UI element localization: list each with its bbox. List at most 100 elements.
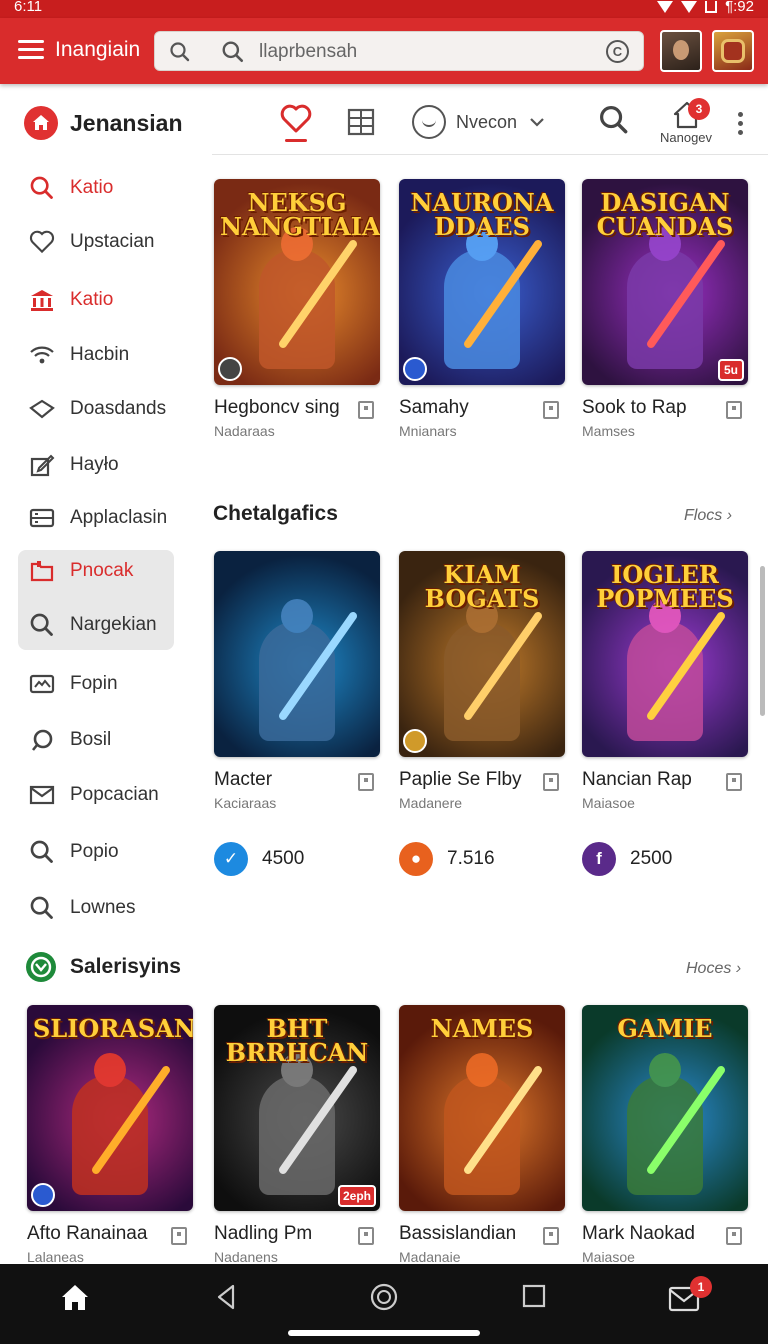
bookmark-icon[interactable] xyxy=(171,1227,187,1245)
search-icon xyxy=(28,838,56,866)
game-cover-image[interactable]: KIAM BOGATS xyxy=(399,551,565,757)
back-icon[interactable] xyxy=(214,1282,238,1312)
sidebar-item-label: Katio xyxy=(70,177,114,198)
game-card[interactable]: SLIORASAN Afto Ranainaa Lalaneas xyxy=(27,1005,193,1265)
bookmark-icon[interactable] xyxy=(358,401,374,419)
sidebar-item[interactable]: Nargekian xyxy=(18,600,174,650)
sidebar-item-label: Popio xyxy=(70,841,119,862)
sidebar-item[interactable]: Doasdands xyxy=(18,384,174,434)
game-card[interactable]: BHT BRRHCAN 2eph Nadling Pm Nadanens xyxy=(214,1005,380,1265)
sidebar-item[interactable]: Katio xyxy=(18,275,174,325)
section-more-link[interactable]: Hoces › xyxy=(686,960,741,978)
sidebar-item[interactable]: Popcacian xyxy=(18,770,174,820)
bookmark-icon[interactable] xyxy=(358,773,374,791)
game-card[interactable]: DASIGAN CUANDAS 5u Sook to Rap Mamses xyxy=(582,179,748,439)
home-icon[interactable] xyxy=(60,1282,90,1312)
game-card[interactable]: GAMIE Mark Naokad Maiasoe xyxy=(582,1005,748,1265)
bookmark-icon[interactable] xyxy=(726,401,742,419)
stat-value: 2500 xyxy=(630,848,673,869)
game-card[interactable]: NEKSG NANGTIAIA Hegboncv sing Nadaraas xyxy=(214,179,380,439)
notification-badge: 3 xyxy=(688,98,710,120)
sidebar-item-label: Hacbin xyxy=(70,344,130,365)
sidebar-item[interactable]: Pnocak xyxy=(18,546,174,596)
face-icon xyxy=(412,105,446,139)
signal-icon xyxy=(681,0,698,13)
sidebar-item[interactable]: Popio xyxy=(18,827,174,877)
game-card[interactable]: IOGLER POPMEES Nancian Rap Maiasoe xyxy=(582,551,748,811)
game-subtitle: Nadanens xyxy=(214,1249,278,1265)
sidebar-item[interactable]: Lownes xyxy=(18,883,174,933)
game-cover-image[interactable]: DASIGAN CUANDAS 5u xyxy=(582,179,748,385)
sidebar-item[interactable]: Hayło xyxy=(18,440,174,490)
avatar[interactable] xyxy=(712,30,754,72)
platform-badge xyxy=(403,357,427,381)
game-card[interactable]: KIAM BOGATS Paplie Se Flby Madanere xyxy=(399,551,565,811)
notifications-button[interactable]: 3 Nanogev xyxy=(660,98,720,152)
home-circle-icon[interactable] xyxy=(369,1282,399,1312)
game-card[interactable]: NAMES Bassislandian Madanaie xyxy=(399,1005,565,1265)
sidebar-item-label: Nargekian xyxy=(70,614,157,635)
status-right-text: ¶:92 xyxy=(725,0,754,15)
sidebar-item[interactable]: Applaclasin xyxy=(18,493,174,543)
bookmark-icon[interactable] xyxy=(726,1227,742,1245)
dropdown-selector[interactable]: Nvecon xyxy=(412,104,545,140)
chevron-right-icon: › xyxy=(735,960,742,977)
game-subtitle: Mamses xyxy=(582,423,635,439)
heart-icon[interactable] xyxy=(280,104,312,134)
section-more-link[interactable]: Flocs › xyxy=(684,507,732,525)
game-cover-image[interactable]: NEKSG NANGTIAIA xyxy=(214,179,380,385)
hero-figure xyxy=(627,249,703,369)
game-card[interactable]: Macter Kaciaraas xyxy=(214,551,380,811)
game-cover-image[interactable]: GAMIE xyxy=(582,1005,748,1211)
search-icon xyxy=(28,174,56,202)
sidebar-item[interactable]: Fopin xyxy=(18,659,174,709)
sidebar-item[interactable]: Bosil xyxy=(18,715,174,765)
gesture-handle[interactable] xyxy=(288,1330,480,1336)
search-icon xyxy=(222,41,244,63)
recents-icon[interactable] xyxy=(522,1284,546,1308)
f-icon: f xyxy=(582,842,616,876)
game-cover-image[interactable] xyxy=(214,551,380,757)
game-cover-image[interactable]: NAMES xyxy=(399,1005,565,1211)
more-vert-icon[interactable] xyxy=(738,112,746,139)
grid-icon[interactable] xyxy=(347,108,375,136)
cover-title: GAMIE xyxy=(617,1014,713,1043)
bookmark-icon[interactable] xyxy=(543,773,559,791)
bookmark-icon[interactable] xyxy=(358,1227,374,1245)
scrollbar[interactable] xyxy=(760,566,765,716)
bookmark-icon[interactable] xyxy=(726,773,742,791)
sidebar-item-label: Katio xyxy=(70,289,114,310)
sidebar-item[interactable]: Hacbin xyxy=(18,330,174,380)
search-input[interactable]: llaprbensah C xyxy=(154,31,644,71)
hero-figure xyxy=(627,621,703,741)
avatar[interactable] xyxy=(660,30,702,72)
platform-badge xyxy=(31,1183,55,1207)
sidebar-item-label: Lownes xyxy=(70,897,136,918)
game-title: Samahy xyxy=(399,397,469,418)
hero-figure xyxy=(72,1075,148,1195)
game-card[interactable]: NAURONA DDAES Samahy Mnianars xyxy=(399,179,565,439)
game-cover-image[interactable]: NAURONA DDAES xyxy=(399,179,565,385)
stat-row: ✓ 4500 xyxy=(214,842,304,876)
game-title: Nancian Rap xyxy=(582,769,692,790)
bookmark-icon[interactable] xyxy=(543,1227,559,1245)
hero-figure xyxy=(627,1075,703,1195)
sidebar-item[interactable]: Katio xyxy=(18,163,174,213)
page-title: Jenansian xyxy=(70,110,183,136)
bookmark-icon[interactable] xyxy=(543,401,559,419)
search-icon[interactable] xyxy=(598,104,630,136)
game-cover-image[interactable]: IOGLER POPMEES xyxy=(582,551,748,757)
home-icon[interactable] xyxy=(24,106,58,140)
game-cover-image[interactable]: BHT BRRHCAN 2eph xyxy=(214,1005,380,1211)
chevron-right-icon: › xyxy=(726,507,733,524)
hero-figure xyxy=(259,249,335,369)
cover-title: NAURONA DDAES xyxy=(410,188,554,241)
sidebar-item[interactable]: Upstacian xyxy=(18,217,174,267)
menu-icon[interactable] xyxy=(18,40,44,60)
bank-icon xyxy=(28,286,56,314)
stat-row: ● 7.516 xyxy=(399,842,495,876)
game-subtitle: Kaciaraas xyxy=(214,795,277,811)
clear-search-button[interactable]: C xyxy=(606,40,629,63)
game-cover-image[interactable]: SLIORASAN xyxy=(27,1005,193,1211)
cover-badge: 2eph xyxy=(337,1185,376,1207)
